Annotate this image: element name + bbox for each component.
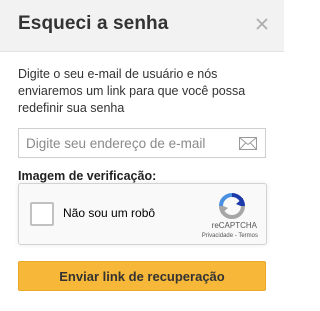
instructions-text: Digite o seu e-mail de usuário e nós env… xyxy=(18,67,246,115)
recaptcha-links: Privacidade - Termos xyxy=(202,233,258,239)
mail-icon xyxy=(239,137,257,150)
modal-header: Esqueci a senha xyxy=(0,0,284,52)
recaptcha-terms-link[interactable]: Termos xyxy=(238,233,258,239)
recaptcha-checkbox[interactable] xyxy=(30,202,54,226)
recaptcha-checkbox-label[interactable]: Não sou um robô xyxy=(63,206,155,220)
close-button[interactable] xyxy=(254,16,270,32)
modal-title: Esqueci a senha xyxy=(18,13,169,34)
forgot-password-modal: Esqueci a senha Digite o seu e-mail de u… xyxy=(0,0,284,311)
recaptcha-privacy-link[interactable]: Privacidade xyxy=(202,233,233,239)
email-input[interactable] xyxy=(19,129,229,157)
captcha-label: Imagem de verificação: xyxy=(18,169,157,183)
email-field[interactable] xyxy=(18,128,266,158)
recaptcha-widget: Não sou um robô reCAPTCHA Privacidade - … xyxy=(18,183,267,245)
send-recovery-link-button[interactable]: Enviar link de recuperação xyxy=(18,261,266,291)
recaptcha-logo-icon xyxy=(218,192,246,220)
recaptcha-brand: reCAPTCHA xyxy=(211,221,257,230)
close-icon xyxy=(256,18,268,30)
